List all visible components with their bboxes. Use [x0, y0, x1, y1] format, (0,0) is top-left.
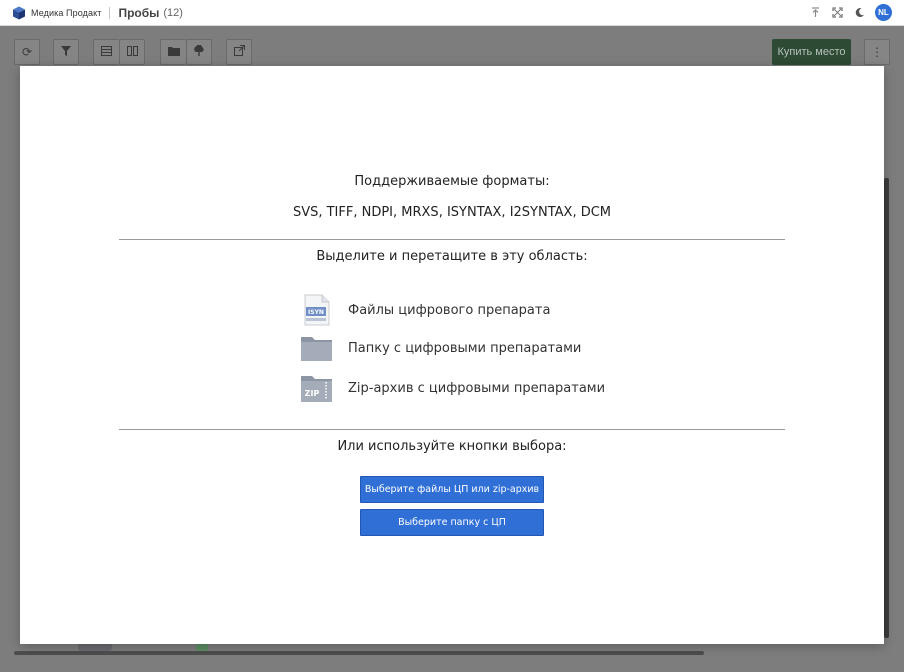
list-item-files: ISYN Файлы цифрового препарата — [300, 294, 550, 326]
filter-button[interactable] — [53, 39, 79, 65]
moon-icon[interactable] — [853, 7, 865, 19]
header-actions: NL — [809, 4, 892, 21]
page-count: (12) — [163, 6, 183, 19]
more-menu-button[interactable]: ⋮ — [864, 39, 890, 65]
select-files-button[interactable]: Выберите файлы ЦП или zip-архив — [360, 476, 544, 503]
list-item-folder: Папку с цифровыми препаратами — [300, 332, 581, 364]
list-item-zip: ZIP Zip-архив с цифровыми препаратами — [300, 372, 605, 404]
refresh-button[interactable]: ⟳ — [14, 39, 40, 65]
select-buttons-title: Или используйте кнопки выбора: — [337, 439, 567, 454]
new-folder-button[interactable] — [160, 39, 186, 65]
table-view-button[interactable] — [93, 39, 119, 65]
cube-logo-icon — [13, 6, 25, 19]
filter-icon — [61, 45, 71, 59]
zip-folder-icon: ZIP — [300, 372, 333, 404]
isyn-icon-text: ISYN — [308, 309, 324, 316]
user-avatar[interactable]: NL — [875, 4, 892, 21]
page-title: Пробы — [118, 5, 160, 20]
divider — [119, 429, 785, 430]
logo[interactable]: Медика Продакт — [12, 6, 101, 20]
refresh-icon: ⟳ — [21, 45, 33, 59]
zip-label: Zip-архив с цифровыми препаратами — [348, 380, 606, 396]
supported-formats-title: Поддерживаемые форматы: — [354, 174, 550, 189]
buy-space-button[interactable]: Купить место — [772, 39, 851, 65]
background-thumbnail — [196, 643, 208, 651]
files-label: Файлы цифрового препарата — [348, 302, 551, 318]
header-separator — [109, 6, 111, 19]
folder-icon — [167, 45, 180, 59]
background-scrollbar[interactable] — [884, 178, 889, 638]
cloud-upload-button[interactable] — [186, 39, 212, 65]
split-view-icon — [126, 45, 138, 59]
open-external-icon — [233, 45, 245, 59]
fullscreen-icon[interactable] — [831, 7, 843, 19]
background-horizontal-scrollbar[interactable] — [14, 651, 704, 655]
folder-label: Папку с цифровыми препаратами — [348, 340, 582, 356]
isyn-file-icon: ISYN — [300, 294, 333, 326]
divider — [119, 239, 785, 240]
split-view-button[interactable] — [119, 39, 145, 65]
background-thumbnail — [78, 643, 112, 651]
supported-formats-list: SVS, TIFF, NDPI, MRXS, ISYNTAX, I2SYNTAX… — [292, 205, 612, 220]
brand-name: Медика Продакт — [31, 7, 102, 18]
select-folder-button[interactable]: Выберите папку с ЦП — [360, 509, 544, 536]
zip-icon-text: ZIP — [305, 389, 320, 398]
more-vertical-icon: ⋮ — [871, 45, 883, 59]
drag-drop-title: Выделите и перетащите в эту область: — [316, 249, 588, 264]
app-header: Медика Продакт Пробы (12) NL — [0, 0, 904, 26]
upload-top-icon[interactable] — [809, 7, 821, 19]
folder-icon — [300, 332, 333, 364]
cloud-upload-icon — [193, 44, 205, 59]
open-external-button[interactable] — [226, 39, 252, 65]
table-view-icon — [101, 45, 112, 59]
upload-dialog[interactable]: Поддерживаемые форматы: SVS, TIFF, NDPI,… — [20, 66, 884, 644]
